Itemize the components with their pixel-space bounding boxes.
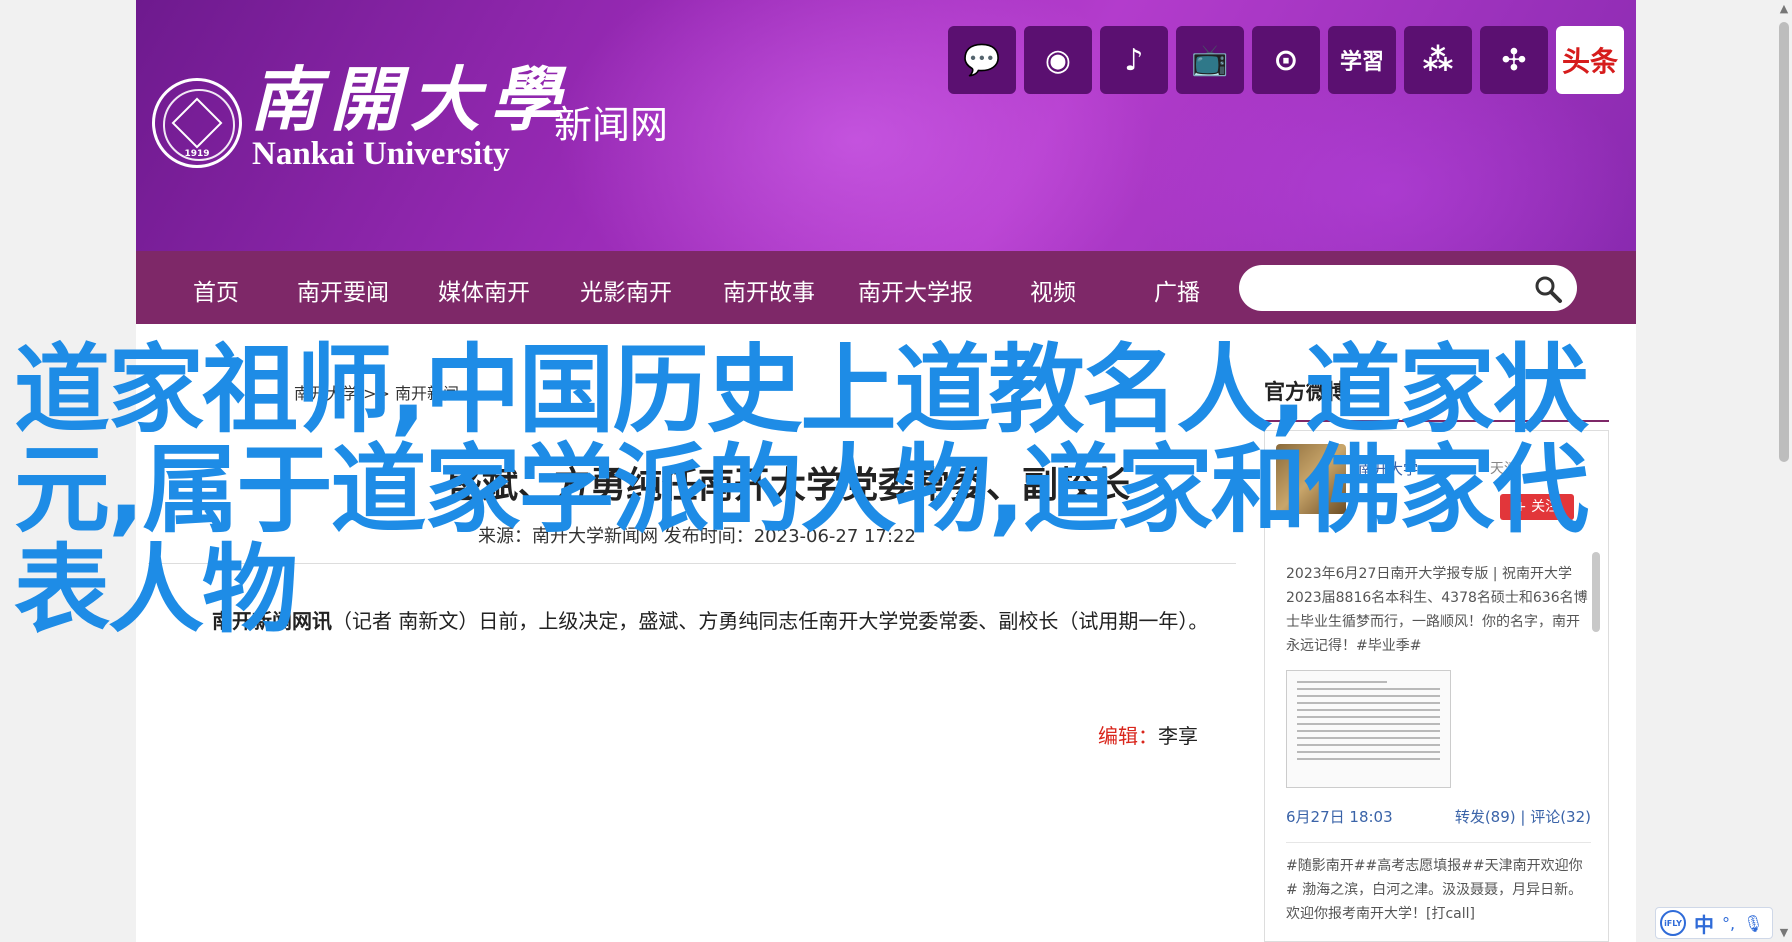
widget-scrollbar[interactable] (1592, 552, 1600, 632)
nav-item-video[interactable]: 视频 (1030, 273, 1076, 307)
follow-button[interactable]: + 关注 (1500, 494, 1574, 520)
article-headline: 盛斌、方勇纯任南开大学党委常委、副校长 (446, 465, 1131, 506)
editor-label: 编辑： (1098, 724, 1158, 748)
search-input[interactable] (1257, 273, 1527, 303)
weibo-post-image[interactable] (1286, 670, 1451, 788)
sidebar-title: 官方微博 (1264, 380, 1348, 404)
lead-text: （记者 南新文）日前，上级决定，盛斌、方勇纯同志任南开大学党委常委、副校长（试用… (332, 609, 1209, 633)
breadcrumb[interactable]: 南开大学 >> 南开新闻 (294, 380, 459, 404)
wechat-icon[interactable]: 💬 (948, 26, 1016, 94)
scroll-up-icon[interactable]: ▲ (1778, 2, 1790, 16)
avatar[interactable] (1276, 444, 1346, 514)
ime-punctuation-icon[interactable]: °, (1722, 914, 1735, 933)
article-paragraph: 南开新闻网讯（记者 南新文）日前，上级决定，盛斌、方勇纯同志任南开大学党委常委、… (212, 605, 1208, 634)
nav-item-media[interactable]: 媒体南开 (438, 273, 530, 307)
post-time[interactable]: 6月27日 18:03 (1286, 808, 1393, 826)
ifly-logo-icon[interactable]: iFLY (1660, 910, 1686, 936)
scroll-thumb[interactable] (1779, 22, 1789, 462)
nav-item-radio[interactable]: 广播 (1154, 273, 1200, 307)
app-icon[interactable]: ⁂ (1404, 26, 1472, 94)
nav-item-stories[interactable]: 南开故事 (723, 273, 815, 307)
xuexi-icon[interactable]: 学習 (1328, 26, 1396, 94)
university-logo-cn[interactable]: 南開大學 (250, 44, 570, 145)
weibo-icon[interactable]: ◉ (1024, 26, 1092, 94)
site-name: 新闻网 (554, 103, 669, 147)
douyin-icon[interactable]: ♪ (1100, 26, 1168, 94)
weibo-post-meta: 6月27日 18:03 转发(89) | 评论(32) (1286, 806, 1591, 827)
account-name[interactable]: 南开大学 (1358, 458, 1418, 479)
post-separator (1286, 842, 1591, 843)
ime-language-toggle[interactable]: 中 (1694, 909, 1714, 938)
toutiao-icon[interactable]: 头条 (1556, 26, 1624, 94)
bilibili-icon[interactable]: 📺 (1176, 26, 1244, 94)
divider (148, 563, 1236, 564)
sidebar-title-underline (1264, 420, 1609, 422)
account-location: 天津 (1490, 461, 1518, 477)
browser-scrollbar[interactable]: ▲ ▼ (1776, 0, 1792, 942)
post-stats[interactable]: 转发(89) | 评论(32) (1455, 806, 1591, 827)
social-icons: 💬 ◉ ♪ 📺 ⊙ 学習 ⁂ ✣ 头条 (948, 26, 1624, 94)
editor-line: 编辑：李享 (1098, 720, 1198, 749)
lead-bold: 南开新闻网讯 (212, 609, 332, 633)
editor-name: 李享 (1158, 724, 1198, 748)
university-logo-en[interactable]: Nankai University (252, 136, 510, 173)
ime-mic-icon[interactable]: 🎙 (1743, 914, 1763, 933)
page-container: 1919 南開大學 Nankai University 新闻网 💬 ◉ ♪ 📺 … (136, 0, 1636, 942)
ime-toolbar: iFLY 中 °, 🎙 (1655, 907, 1773, 939)
search-icon[interactable] (1533, 274, 1563, 304)
article-source: 来源：南开大学新闻网 发布时间：2023-06-27 17:22 (478, 526, 916, 547)
scroll-down-icon[interactable]: ▼ (1778, 926, 1790, 940)
kuaishou-icon[interactable]: ⊙ (1252, 26, 1320, 94)
header-banner: 1919 南開大學 Nankai University 新闻网 💬 ◉ ♪ 📺 … (136, 0, 1636, 251)
nav-item-photo[interactable]: 光影南开 (580, 273, 672, 307)
weibo-account-header: 南开大学 天津 + 关注 (1276, 444, 1596, 524)
nav-item-home[interactable]: 首页 (193, 273, 239, 307)
weibo-post-text: 2023年6月27日南开大学报专版 | 祝南开大学2023届8816名本科生、4… (1286, 566, 1588, 654)
feather-icon[interactable]: ✣ (1480, 26, 1548, 94)
main-nav: 首页 南开要闻 媒体南开 光影南开 南开故事 南开大学报 视频 广播 (136, 251, 1636, 324)
university-seal-icon[interactable]: 1919 (152, 78, 242, 168)
search-box (1239, 265, 1577, 311)
weibo-post-text-2: #随影南开##高考志愿填报##天津南开欢迎你# 渤海之滨，白河之津。汲汲聂聂，月… (1286, 858, 1583, 922)
nav-item-newspaper[interactable]: 南开大学报 (858, 273, 973, 307)
nav-item-news[interactable]: 南开要闻 (297, 273, 389, 307)
